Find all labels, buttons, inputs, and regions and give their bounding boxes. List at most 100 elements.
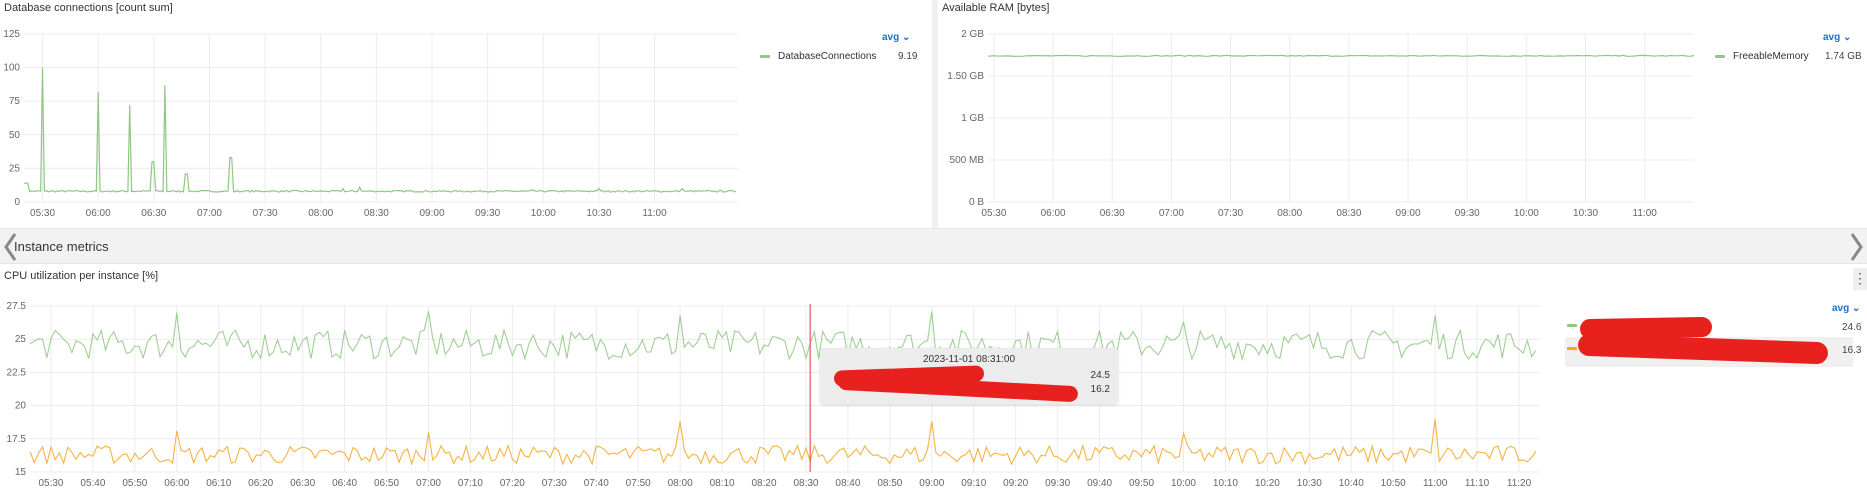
y-tick-label: 15 xyxy=(15,467,27,478)
y-tick-label: 17.5 xyxy=(7,434,27,445)
x-tick-label: 10:50 xyxy=(1381,478,1406,489)
more-vertical-icon[interactable]: ⋮ xyxy=(1853,268,1867,290)
aggregation-dropdown[interactable]: avg ⌄ xyxy=(882,32,910,43)
x-tick-label: 08:00 xyxy=(668,478,693,489)
ram-panel: Available RAM [bytes] 0 B 500 MB 1 GB 1.50 … xyxy=(938,0,1867,228)
series-line xyxy=(24,67,737,193)
x-tick-label: 10:30 xyxy=(1297,478,1322,489)
y-tick-label: 1 GB xyxy=(961,113,984,124)
x-tick-label: 05:40 xyxy=(80,478,105,489)
x-tick-label: 07:20 xyxy=(500,478,525,489)
y-tick-label: 20 xyxy=(15,401,27,412)
chevron-down-icon: ⌄ xyxy=(902,32,911,43)
x-tick-label: 10:30 xyxy=(586,208,611,219)
x-tick-label: 11:00 xyxy=(642,208,667,219)
x-tick-label: 05:30 xyxy=(38,478,63,489)
x-tick-label: 07:30 xyxy=(542,478,567,489)
x-tick-label: 05:30 xyxy=(981,208,1006,219)
x-tick-label: 06:00 xyxy=(1041,208,1066,219)
x-tick-label: 09:40 xyxy=(1087,478,1112,489)
x-tick-label: 11:10 xyxy=(1465,478,1490,489)
series-line xyxy=(29,311,1537,362)
tooltip-value: 16.2 xyxy=(1090,384,1110,395)
y-tick-label: 25 xyxy=(9,163,21,174)
y-tick-label: 125 xyxy=(3,29,20,40)
x-tick-label: 09:30 xyxy=(1045,478,1070,489)
x-tick-label: 08:00 xyxy=(308,208,333,219)
x-tick-label: 06:50 xyxy=(374,478,399,489)
db-connections-panel: Database connections [count sum] 0 25 50 75… xyxy=(0,0,932,228)
series-line xyxy=(29,418,1537,466)
legend-value: 24.6 xyxy=(1842,322,1862,333)
ram-chart[interactable]: 0 B 500 MB 1 GB 1.50 GB 2 GB 05:30 06:00 06:30 0… xyxy=(938,0,1698,228)
x-tick-label: 10:00 xyxy=(1171,478,1196,489)
x-tick-label: 11:20 xyxy=(1507,478,1532,489)
x-tick-label: 06:40 xyxy=(332,478,357,489)
y-tick-label: 22.5 xyxy=(7,367,27,378)
y-tick-label: 0 B xyxy=(969,197,984,208)
x-tick-label: 07:40 xyxy=(584,478,609,489)
y-tick-label: 2 GB xyxy=(961,29,984,40)
chevron-down-icon: ⌄ xyxy=(1852,303,1861,314)
x-tick-label: 06:10 xyxy=(206,478,231,489)
y-tick-label: 0 xyxy=(14,197,20,208)
y-tick-label: 1.50 GB xyxy=(947,71,984,82)
chevron-right-icon[interactable] xyxy=(1847,229,1867,265)
section-title[interactable]: Instance metrics xyxy=(14,239,109,254)
x-tick-label: 08:00 xyxy=(1277,208,1302,219)
x-tick-label: 07:50 xyxy=(626,478,651,489)
x-tick-label: 08:30 xyxy=(1336,208,1361,219)
legend-swatch xyxy=(1567,324,1577,327)
legend-swatch xyxy=(1715,55,1725,58)
x-tick-label: 05:30 xyxy=(30,208,55,219)
x-tick-label: 05:50 xyxy=(122,478,147,489)
x-tick-label: 07:00 xyxy=(416,478,441,489)
x-tick-label: 09:30 xyxy=(475,208,500,219)
chart-tooltip: 2023-11-01 08:31:00 24.5 16.2 xyxy=(820,348,1118,404)
y-tick-label: 50 xyxy=(9,130,21,141)
x-tick-label: 07:00 xyxy=(197,208,222,219)
x-tick-label: 09:50 xyxy=(1129,478,1154,489)
x-tick-label: 07:10 xyxy=(458,478,483,489)
legend-value: 16.3 xyxy=(1842,345,1862,356)
x-tick-label: 07:30 xyxy=(1218,208,1243,219)
x-tick-label: 08:20 xyxy=(752,478,777,489)
x-tick-label: 08:40 xyxy=(835,478,860,489)
x-tick-label: 11:00 xyxy=(1633,208,1658,219)
x-tick-label: 09:00 xyxy=(919,478,944,489)
x-tick-label: 08:10 xyxy=(710,478,735,489)
x-tick-label: 11:00 xyxy=(1423,478,1448,489)
x-tick-label: 10:10 xyxy=(1213,478,1238,489)
x-tick-label: 08:30 xyxy=(793,478,818,489)
y-tick-label: 25 xyxy=(15,334,27,345)
aggregation-dropdown[interactable]: avg ⌄ xyxy=(1823,32,1851,43)
legend-item[interactable]: FreeableMemory xyxy=(1715,51,1809,62)
x-tick-label: 07:30 xyxy=(253,208,278,219)
legend-value: 9.19 xyxy=(898,51,918,62)
y-tick-label: 27.5 xyxy=(7,301,27,312)
y-tick-label: 500 MB xyxy=(950,155,985,166)
x-tick-label: 07:00 xyxy=(1159,208,1184,219)
legend-value: 1.74 GB xyxy=(1825,51,1862,62)
x-tick-label: 09:20 xyxy=(1003,478,1028,489)
x-tick-label: 09:00 xyxy=(419,208,444,219)
y-tick-label: 100 xyxy=(3,63,20,74)
legend-swatch xyxy=(760,55,770,58)
x-tick-label: 09:30 xyxy=(1455,208,1480,219)
x-tick-label: 10:00 xyxy=(1514,208,1539,219)
cpu-chart[interactable]: 15 17.5 20 22.5 25 27.5 05:30 05:40 05:50 06:00 06… xyxy=(0,264,1560,489)
legend-item[interactable]: DatabaseConnections xyxy=(760,51,876,62)
db-connections-chart[interactable]: 0 25 50 75 100 125 05:30 06:00 06:30 07:00 07:30 08… xyxy=(0,0,760,228)
tooltip-time: 2023-11-01 08:31:00 xyxy=(922,354,1016,365)
x-tick-label: 10:00 xyxy=(531,208,556,219)
aggregation-dropdown[interactable]: avg ⌄ xyxy=(1832,303,1860,314)
tooltip-value: 24.5 xyxy=(1090,370,1110,381)
x-tick-label: 06:00 xyxy=(86,208,111,219)
legend-label: DatabaseConnections xyxy=(778,51,877,62)
x-tick-label: 08:50 xyxy=(877,478,902,489)
x-tick-label: 10:40 xyxy=(1339,478,1364,489)
x-tick-label: 10:20 xyxy=(1255,478,1280,489)
chevron-down-icon: ⌄ xyxy=(1843,32,1852,43)
x-tick-label: 06:30 xyxy=(290,478,315,489)
x-tick-label: 09:00 xyxy=(1396,208,1421,219)
